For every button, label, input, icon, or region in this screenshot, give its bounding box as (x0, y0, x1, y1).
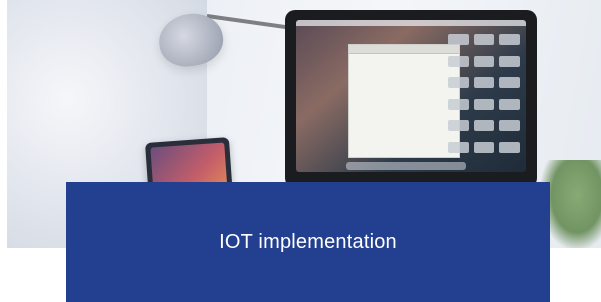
dock (346, 162, 466, 170)
card-caption[interactable]: IOT implementation (66, 182, 550, 302)
monitor (285, 10, 537, 188)
window-title-bar (349, 45, 459, 54)
menu-bar (296, 20, 526, 26)
plant (541, 160, 601, 248)
desktop-icons (448, 34, 520, 158)
card-title[interactable]: IOT implementation (219, 231, 397, 254)
monitor-screen (296, 20, 526, 172)
document-window (348, 44, 460, 158)
